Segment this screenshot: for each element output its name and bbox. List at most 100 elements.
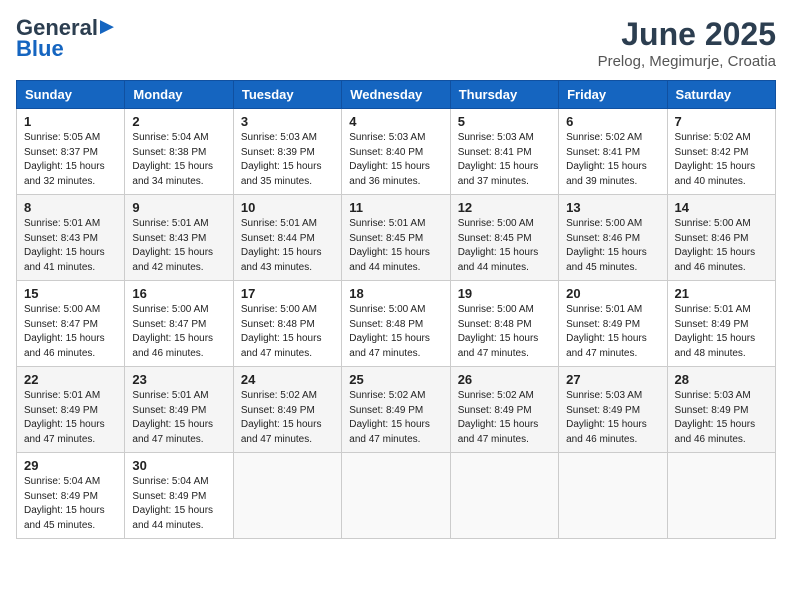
- day-number: 5: [458, 114, 551, 129]
- cell-info: Sunrise: 5:00 AM Sunset: 8:48 PM Dayligh…: [241, 303, 334, 361]
- day-number: 30: [132, 458, 225, 473]
- logo: General Blue: [16, 16, 114, 62]
- calendar-cell: 9Sunrise: 5:01 AM Sunset: 8:43 PM Daylig…: [125, 195, 233, 281]
- cell-info: Sunrise: 5:00 AM Sunset: 8:46 PM Dayligh…: [566, 217, 659, 275]
- day-number: 1: [24, 114, 117, 129]
- cell-info: Sunrise: 5:00 AM Sunset: 8:45 PM Dayligh…: [458, 217, 551, 275]
- calendar-cell: 28Sunrise: 5:03 AM Sunset: 8:49 PM Dayli…: [667, 367, 775, 453]
- location-text: Prelog, Megimurje, Croatia: [598, 53, 776, 70]
- cell-info: Sunrise: 5:03 AM Sunset: 8:49 PM Dayligh…: [566, 389, 659, 447]
- cell-info: Sunrise: 5:01 AM Sunset: 8:49 PM Dayligh…: [132, 389, 225, 447]
- day-header-wednesday: Wednesday: [342, 81, 450, 109]
- calendar-body: 1 Sunrise: 5:05 AM Sunset: 8:37 PM Daylig…: [17, 109, 776, 539]
- calendar-cell: 25 Sunrise: 5:02 AM Sunset: 8:49 PM Dayli…: [342, 367, 450, 453]
- calendar-cell: 7 Sunrise: 5:02 AM Sunset: 8:42 PM Daylig…: [667, 109, 775, 195]
- calendar-cell: [233, 453, 341, 539]
- day-number: 8: [24, 200, 117, 215]
- cell-info: Sunrise: 5:01 AM Sunset: 8:49 PM Dayligh…: [24, 389, 117, 447]
- logo-blue-text: Blue: [16, 36, 64, 62]
- day-header-tuesday: Tuesday: [233, 81, 341, 109]
- cell-info: Sunrise: 5:02 AM Sunset: 8:41 PM Dayligh…: [566, 131, 659, 189]
- day-number: 23: [132, 372, 225, 387]
- cell-info: Sunrise: 5:01 AM Sunset: 8:45 PM Dayligh…: [349, 217, 442, 275]
- calendar-cell: 5 Sunrise: 5:03 AM Sunset: 8:41 PM Daylig…: [450, 109, 558, 195]
- cell-info: Sunrise: 5:03 AM Sunset: 8:41 PM Dayligh…: [458, 131, 551, 189]
- day-number: 10: [241, 200, 334, 215]
- calendar-cell: 4 Sunrise: 5:03 AM Sunset: 8:40 PM Daylig…: [342, 109, 450, 195]
- cell-info: Sunrise: 5:00 AM Sunset: 8:48 PM Dayligh…: [458, 303, 551, 361]
- calendar-cell: 20Sunrise: 5:01 AM Sunset: 8:49 PM Dayli…: [559, 281, 667, 367]
- calendar-cell: 21 Sunrise: 5:01 AM Sunset: 8:49 PM Dayli…: [667, 281, 775, 367]
- calendar-cell: [559, 453, 667, 539]
- calendar-cell: 24Sunrise: 5:02 AM Sunset: 8:49 PM Dayli…: [233, 367, 341, 453]
- cell-info: Sunrise: 5:02 AM Sunset: 8:49 PM Dayligh…: [241, 389, 334, 447]
- calendar-header: SundayMondayTuesdayWednesdayThursdayFrid…: [17, 81, 776, 109]
- header-row: SundayMondayTuesdayWednesdayThursdayFrid…: [17, 81, 776, 109]
- day-number: 7: [675, 114, 768, 129]
- cell-info: Sunrise: 5:04 AM Sunset: 8:38 PM Dayligh…: [132, 131, 225, 189]
- cell-info: Sunrise: 5:00 AM Sunset: 8:47 PM Dayligh…: [132, 303, 225, 361]
- cell-info: Sunrise: 5:01 AM Sunset: 8:44 PM Dayligh…: [241, 217, 334, 275]
- calendar-cell: 3 Sunrise: 5:03 AM Sunset: 8:39 PM Daylig…: [233, 109, 341, 195]
- cell-info: Sunrise: 5:00 AM Sunset: 8:48 PM Dayligh…: [349, 303, 442, 361]
- calendar-cell: 15 Sunrise: 5:00 AM Sunset: 8:47 PM Dayli…: [17, 281, 125, 367]
- cell-info: Sunrise: 5:04 AM Sunset: 8:49 PM Dayligh…: [24, 475, 117, 533]
- day-number: 25: [349, 372, 442, 387]
- cell-info: Sunrise: 5:02 AM Sunset: 8:42 PM Dayligh…: [675, 131, 768, 189]
- logo-arrow-icon: [100, 20, 114, 34]
- calendar-table: SundayMondayTuesdayWednesdayThursdayFrid…: [16, 80, 776, 539]
- day-header-monday: Monday: [125, 81, 233, 109]
- calendar-cell: 14Sunrise: 5:00 AM Sunset: 8:46 PM Dayli…: [667, 195, 775, 281]
- calendar-cell: 11Sunrise: 5:01 AM Sunset: 8:45 PM Dayli…: [342, 195, 450, 281]
- day-number: 3: [241, 114, 334, 129]
- cell-info: Sunrise: 5:04 AM Sunset: 8:49 PM Dayligh…: [132, 475, 225, 533]
- day-number: 19: [458, 286, 551, 301]
- calendar-cell: [450, 453, 558, 539]
- calendar-cell: 19 Sunrise: 5:00 AM Sunset: 8:48 PM Dayli…: [450, 281, 558, 367]
- calendar-week-row: 29 Sunrise: 5:04 AM Sunset: 8:49 PM Dayli…: [17, 453, 776, 539]
- calendar-cell: 13Sunrise: 5:00 AM Sunset: 8:46 PM Dayli…: [559, 195, 667, 281]
- calendar-cell: 8 Sunrise: 5:01 AM Sunset: 8:43 PM Daylig…: [17, 195, 125, 281]
- title-block: June 2025 Prelog, Megimurje, Croatia: [598, 16, 776, 70]
- day-number: 22: [24, 372, 117, 387]
- day-number: 2: [132, 114, 225, 129]
- cell-info: Sunrise: 5:01 AM Sunset: 8:43 PM Dayligh…: [24, 217, 117, 275]
- day-number: 17: [241, 286, 334, 301]
- month-title: June 2025: [598, 16, 776, 53]
- day-number: 29: [24, 458, 117, 473]
- day-number: 12: [458, 200, 551, 215]
- day-header-sunday: Sunday: [17, 81, 125, 109]
- calendar-cell: 22 Sunrise: 5:01 AM Sunset: 8:49 PM Dayli…: [17, 367, 125, 453]
- calendar-cell: [667, 453, 775, 539]
- day-number: 26: [458, 372, 551, 387]
- calendar-cell: 29 Sunrise: 5:04 AM Sunset: 8:49 PM Dayli…: [17, 453, 125, 539]
- day-number: 6: [566, 114, 659, 129]
- day-header-friday: Friday: [559, 81, 667, 109]
- day-number: 18: [349, 286, 442, 301]
- day-number: 4: [349, 114, 442, 129]
- calendar-week-row: 15 Sunrise: 5:00 AM Sunset: 8:47 PM Dayli…: [17, 281, 776, 367]
- day-number: 21: [675, 286, 768, 301]
- cell-info: Sunrise: 5:03 AM Sunset: 8:40 PM Dayligh…: [349, 131, 442, 189]
- calendar-cell: 30 Sunrise: 5:04 AM Sunset: 8:49 PM Dayli…: [125, 453, 233, 539]
- cell-info: Sunrise: 5:00 AM Sunset: 8:46 PM Dayligh…: [675, 217, 768, 275]
- cell-info: Sunrise: 5:02 AM Sunset: 8:49 PM Dayligh…: [458, 389, 551, 447]
- cell-info: Sunrise: 5:02 AM Sunset: 8:49 PM Dayligh…: [349, 389, 442, 447]
- day-number: 20: [566, 286, 659, 301]
- calendar-cell: [342, 453, 450, 539]
- calendar-cell: 6 Sunrise: 5:02 AM Sunset: 8:41 PM Daylig…: [559, 109, 667, 195]
- calendar-cell: 27Sunrise: 5:03 AM Sunset: 8:49 PM Dayli…: [559, 367, 667, 453]
- calendar-cell: 26 Sunrise: 5:02 AM Sunset: 8:49 PM Dayli…: [450, 367, 558, 453]
- page-header: General Blue June 2025 Prelog, Megimurje…: [16, 16, 776, 70]
- cell-info: Sunrise: 5:05 AM Sunset: 8:37 PM Dayligh…: [24, 131, 117, 189]
- calendar-cell: 1 Sunrise: 5:05 AM Sunset: 8:37 PM Daylig…: [17, 109, 125, 195]
- day-header-saturday: Saturday: [667, 81, 775, 109]
- cell-info: Sunrise: 5:01 AM Sunset: 8:49 PM Dayligh…: [675, 303, 768, 361]
- calendar-week-row: 8 Sunrise: 5:01 AM Sunset: 8:43 PM Daylig…: [17, 195, 776, 281]
- cell-info: Sunrise: 5:00 AM Sunset: 8:47 PM Dayligh…: [24, 303, 117, 361]
- cell-info: Sunrise: 5:03 AM Sunset: 8:39 PM Dayligh…: [241, 131, 334, 189]
- day-number: 15: [24, 286, 117, 301]
- calendar-cell: 12 Sunrise: 5:00 AM Sunset: 8:45 PM Dayli…: [450, 195, 558, 281]
- day-number: 9: [132, 200, 225, 215]
- calendar-week-row: 1 Sunrise: 5:05 AM Sunset: 8:37 PM Daylig…: [17, 109, 776, 195]
